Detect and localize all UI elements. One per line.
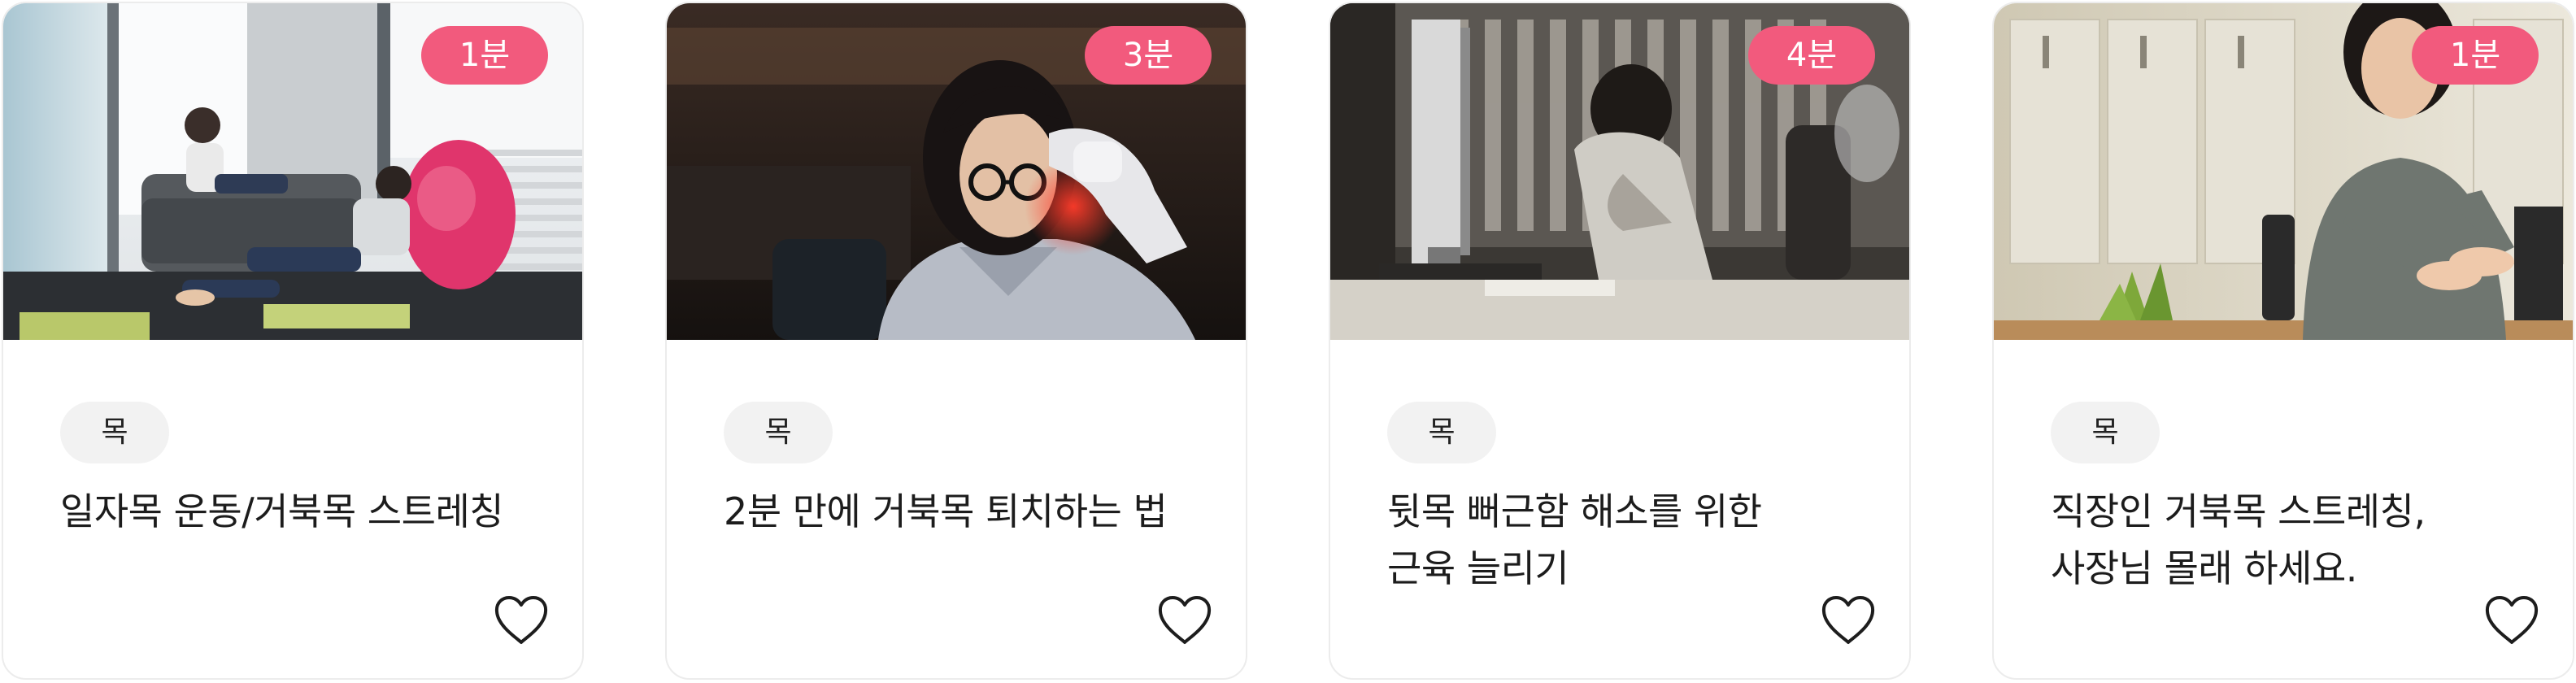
like-button[interactable]: [493, 594, 550, 647]
duration-badge: 1분: [2412, 26, 2539, 85]
duration-badge: 3분: [1085, 26, 1212, 85]
duration-badge: 1분: [421, 26, 548, 85]
exercise-card[interactable]: 4분 목 뒷목 뻐근함 해소를 위한 근육 늘리기: [1329, 2, 1911, 680]
exercise-card[interactable]: 3분 목 2분 만에 거북목 퇴치하는 법: [665, 2, 1247, 680]
card-thumbnail: 4분: [1330, 3, 1909, 340]
category-chip: 목: [2051, 402, 2160, 463]
category-chip: 목: [1387, 402, 1496, 463]
like-button[interactable]: [1156, 594, 1213, 647]
heart-outline-icon: [494, 596, 548, 644]
exercise-card-list: 1분 목 일자목 운동/거북목 스트레칭 3분 목 2분 만에 거북목 퇴치하는…: [0, 0, 2576, 683]
exercise-card[interactable]: 1분 목 일자목 운동/거북목 스트레칭: [2, 2, 584, 680]
duration-badge: 4분: [1748, 26, 1875, 85]
card-title: 2분 만에 거북목 퇴치하는 법: [724, 489, 1168, 533]
card-title: 일자목 운동/거북목 스트레칭: [60, 489, 504, 533]
card-thumbnail: 3분: [667, 3, 1246, 340]
card-title: 뒷목 뻐근함 해소를 위한 근육 늘리기: [1387, 489, 1762, 590]
heart-outline-icon: [1821, 596, 1875, 644]
heart-outline-icon: [1158, 596, 1212, 644]
heart-outline-icon: [2485, 596, 2539, 644]
card-thumbnail: 1분: [1994, 3, 2573, 340]
like-button[interactable]: [1820, 594, 1877, 647]
exercise-card[interactable]: 1분 목 직장인 거북목 스트레칭, 사장님 몰래 하세요.: [1992, 2, 2574, 680]
like-button[interactable]: [2483, 594, 2540, 647]
card-title: 직장인 거북목 스트레칭, 사장님 몰래 하세요.: [2051, 489, 2426, 590]
category-chip: 목: [60, 402, 169, 463]
category-chip: 목: [724, 402, 833, 463]
card-thumbnail: 1분: [3, 3, 582, 340]
